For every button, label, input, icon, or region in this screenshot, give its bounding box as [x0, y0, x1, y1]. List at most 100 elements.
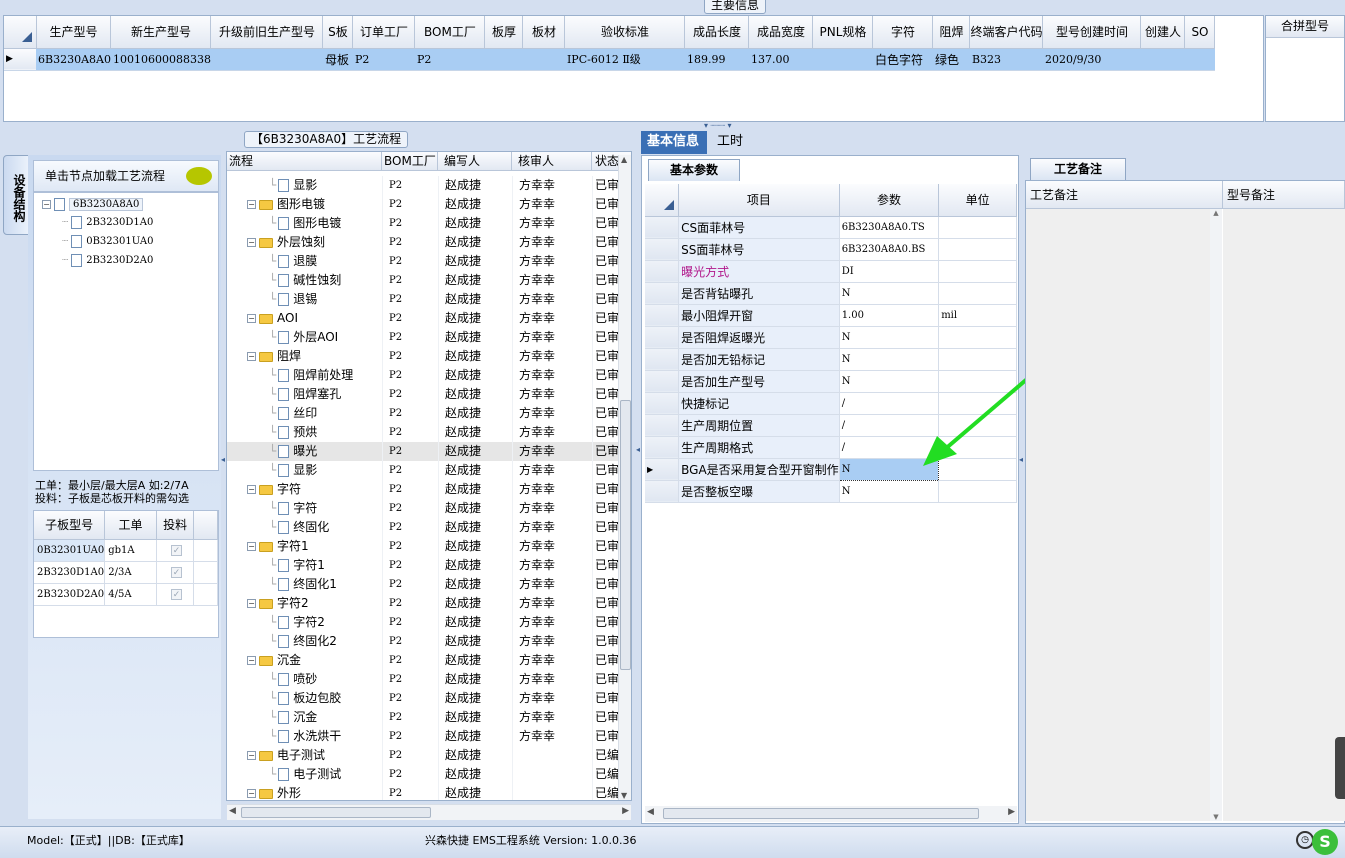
process-name-cell[interactable]: └ 沉金 [227, 708, 382, 727]
process-row[interactable]: └ 曝光 P2 赵成捷 方幸幸 已审 [227, 442, 621, 461]
process-writer-cell[interactable]: 赵成捷 [438, 290, 512, 309]
cell[interactable]: P2 [352, 48, 415, 71]
process-name-cell[interactable]: └ 喷砂 [227, 670, 382, 689]
process-name-cell[interactable]: − AOI [227, 309, 382, 328]
process-row[interactable]: └ 退膜 P2 赵成捷 方幸幸 已审 [227, 252, 621, 271]
process-reviewer-cell[interactable] [512, 746, 592, 765]
process-factory-cell[interactable]: P2 [382, 176, 438, 195]
cell[interactable]: 白色字符 [872, 48, 933, 71]
process-writer-cell[interactable]: 赵成捷 [438, 214, 512, 233]
process-factory-cell[interactable]: P2 [382, 632, 438, 651]
order-cell[interactable]: 2/3A [104, 561, 157, 584]
process-writer-cell[interactable]: 赵成捷 [438, 613, 512, 632]
param-row[interactable]: CS面菲林号 6B3230A8A0.TS [645, 216, 1017, 239]
process-reviewer-cell[interactable]: 方幸幸 [512, 442, 592, 461]
process-factory-cell[interactable]: P2 [382, 670, 438, 689]
sub-board-grid[interactable]: 子板型号 工单 投料 0B32301UA0 gb1A ✓ 2B3230D1A0 2/3A… [33, 510, 219, 638]
feed-cell[interactable]: ✓ [156, 539, 195, 562]
process-reviewer-cell[interactable] [512, 784, 592, 800]
splitter-grip-icon[interactable]: ▾ ┈┈┈ ▾ [704, 122, 766, 130]
col-param[interactable]: 参数 [839, 184, 940, 217]
cell[interactable]: 2020/9/30 [1042, 48, 1141, 71]
collapse-arrow-icon[interactable]: ◂ [1019, 455, 1024, 467]
process-writer-cell[interactable]: 赵成捷 [438, 271, 512, 290]
process-row[interactable]: └ 终固化 P2 赵成捷 方幸幸 已审 [227, 518, 621, 537]
tree-node-child[interactable]: ┈ 0B32301UA0 [62, 234, 153, 250]
cell[interactable]: 绿色 [932, 48, 970, 71]
process-row[interactable]: └ 显影 P2 赵成捷 方幸幸 已审 [227, 176, 621, 195]
process-factory-cell[interactable]: P2 [382, 309, 438, 328]
process-writer-cell[interactable]: 赵成捷 [438, 328, 512, 347]
process-factory-cell[interactable]: P2 [382, 214, 438, 233]
process-writer-cell[interactable]: 赵成捷 [438, 765, 512, 784]
process-row[interactable]: └ 阻焊前处理 P2 赵成捷 方幸幸 已审 [227, 366, 621, 385]
process-factory-cell[interactable]: P2 [382, 499, 438, 518]
col-header[interactable]: 新生产型号 [110, 16, 212, 49]
process-writer-cell[interactable]: 赵成捷 [438, 708, 512, 727]
process-reviewer-cell[interactable]: 方幸幸 [512, 461, 592, 480]
process-name-cell[interactable]: └ 字符1 [227, 556, 382, 575]
scroll-right-icon[interactable]: ▶ [622, 806, 629, 816]
param-value[interactable]: 6B3230A8A0.BS [839, 238, 940, 261]
process-row[interactable]: └ 电子测试 P2 赵成捷 已编 [227, 765, 621, 784]
process-factory-cell[interactable]: P2 [382, 594, 438, 613]
col-header[interactable]: SO [1184, 16, 1216, 49]
cell[interactable] [1140, 48, 1185, 71]
table-row[interactable]: 2B3230D2A0 4/5A ✓ [34, 583, 218, 606]
tree-node-child[interactable]: ┈ 2B3230D1A0 [62, 215, 153, 231]
process-row[interactable]: − 外层蚀刻 P2 赵成捷 方幸幸 已审 [227, 233, 621, 252]
cell[interactable]: B323 [969, 48, 1043, 71]
process-factory-cell[interactable]: P2 [382, 613, 438, 632]
process-factory-cell[interactable]: P2 [382, 575, 438, 594]
tab-device-structure[interactable]: 设备结构 [3, 155, 29, 235]
process-name-cell[interactable]: └ 板边包胶 [227, 689, 382, 708]
process-writer-cell[interactable]: 赵成捷 [438, 176, 512, 195]
process-factory-cell[interactable]: P2 [382, 556, 438, 575]
process-reviewer-cell[interactable]: 方幸幸 [512, 613, 592, 632]
col-header[interactable]: 字符 [872, 16, 934, 49]
process-name-cell[interactable]: └ 碱性蚀刻 [227, 271, 382, 290]
col-header[interactable]: S板 [322, 16, 354, 49]
structure-tree[interactable]: − 6B3230A8A0 ┈ 2B3230D1A0 ┈ 0B32301UA0 ┈ 2B… [33, 192, 219, 471]
process-name-cell[interactable]: └ 外层AOI [227, 328, 382, 347]
process-horizontal-scrollbar[interactable]: ◀ ▶ [227, 804, 631, 820]
col-header[interactable]: 成品长度 [684, 16, 750, 49]
tab-work-hours[interactable]: 工时 [711, 131, 749, 154]
col-header[interactable]: 终端客户代码 [969, 16, 1044, 49]
process-row[interactable]: └ 丝印 P2 赵成捷 方幸幸 已审 [227, 404, 621, 423]
table-row[interactable]: 2B3230D1A0 2/3A ✓ [34, 561, 218, 584]
process-reviewer-cell[interactable]: 方幸幸 [512, 499, 592, 518]
collapse-icon[interactable]: − [247, 656, 256, 665]
process-factory-cell[interactable]: P2 [382, 290, 438, 309]
scroll-right-icon[interactable]: ▶ [1008, 807, 1015, 817]
process-writer-cell[interactable]: 赵成捷 [438, 784, 512, 800]
process-remark-textarea[interactable] [1026, 209, 1210, 821]
param-row[interactable]: 曝光方式 DI [645, 260, 1017, 283]
cell[interactable] [812, 48, 873, 71]
col-header[interactable]: 阻焊 [932, 16, 971, 49]
col-header[interactable]: 生产型号 [36, 16, 112, 49]
sub-model-cell[interactable]: 2B3230D2A0 [34, 583, 106, 606]
side-handle[interactable] [1335, 737, 1345, 799]
process-row[interactable]: − 图形电镀 P2 赵成捷 方幸幸 已审 [227, 195, 621, 214]
cell[interactable]: 137.00 [748, 48, 813, 71]
col-unit[interactable]: 单位 [938, 184, 1017, 217]
process-reviewer-cell[interactable]: 方幸幸 [512, 404, 592, 423]
process-reviewer-cell[interactable]: 方幸幸 [512, 176, 592, 195]
process-factory-cell[interactable]: P2 [382, 518, 438, 537]
collapse-icon[interactable]: − [247, 238, 256, 247]
process-reviewer-cell[interactable]: 方幸幸 [512, 594, 592, 613]
process-factory-cell[interactable]: P2 [382, 708, 438, 727]
scroll-down-icon[interactable]: ▼ [621, 791, 627, 800]
process-reviewer-cell[interactable]: 方幸幸 [512, 727, 592, 746]
col-order[interactable]: 工单 [104, 511, 157, 540]
col-header[interactable]: 板材 [522, 16, 566, 49]
process-writer-cell[interactable]: 赵成捷 [438, 499, 512, 518]
feed-cell[interactable]: ✓ [156, 583, 195, 606]
params-horizontal-scrollbar[interactable]: ◀ ▶ [645, 806, 1017, 822]
process-name-cell[interactable]: └ 预烘 [227, 423, 382, 442]
process-factory-cell[interactable]: P2 [382, 385, 438, 404]
cell[interactable] [484, 48, 523, 71]
scroll-thumb[interactable] [620, 400, 631, 670]
collapse-icon[interactable]: − [247, 200, 256, 209]
